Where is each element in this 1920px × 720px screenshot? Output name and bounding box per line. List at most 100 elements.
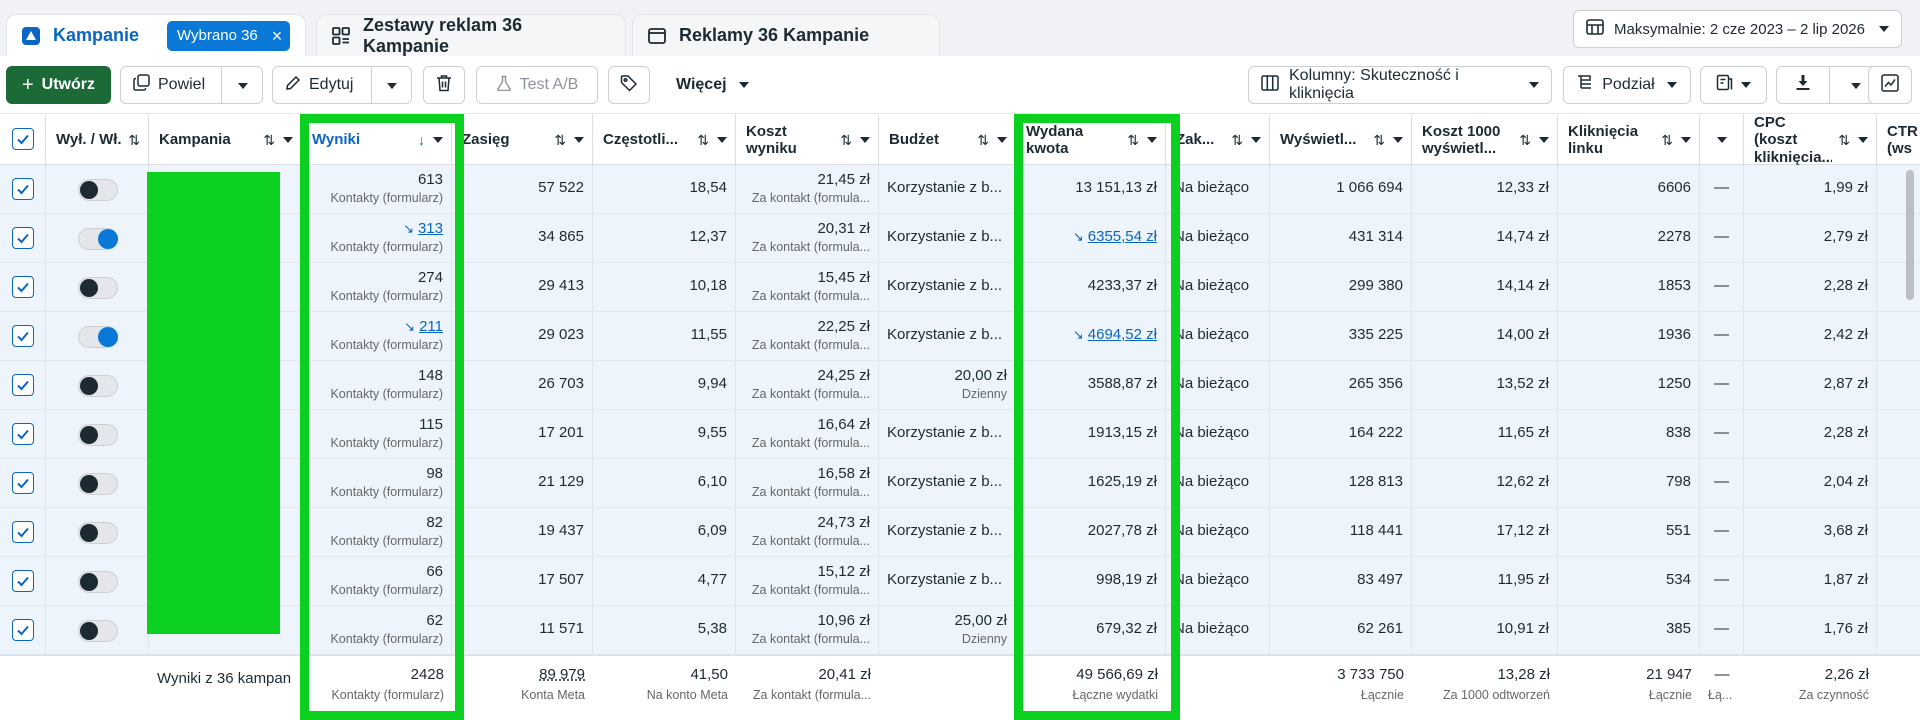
sort-icon[interactable]: ⇅: [128, 132, 140, 148]
sort-icon[interactable]: ⇅: [554, 132, 566, 148]
selected-count-badge[interactable]: Wybrano 36 ×: [167, 20, 291, 51]
row-checkbox[interactable]: [12, 325, 34, 347]
col-cost-per-result[interactable]: Koszt wyniku ⇅: [736, 115, 879, 165]
more-menu[interactable]: Więcej: [676, 66, 749, 104]
col-campaign[interactable]: Kampania ⇅: [149, 115, 302, 165]
col-link-clicks[interactable]: Kliknięcia linku ⇅: [1558, 115, 1700, 165]
col-impressions[interactable]: Wyświetl... ⇅: [1270, 115, 1412, 165]
charts-button[interactable]: [1868, 66, 1912, 104]
spent-link[interactable]: 6355,54 zł: [1088, 228, 1157, 245]
sort-icon[interactable]: ⇅: [1519, 132, 1531, 148]
frequency-value: 5,38: [697, 620, 727, 637]
col-toggle[interactable]: Wył. / Wł. ⇅: [46, 115, 149, 165]
chevron-down-icon[interactable]: [1716, 137, 1727, 143]
link-clicks-cell: 1853: [1558, 263, 1700, 312]
campaign-toggle[interactable]: [78, 473, 118, 495]
campaign-toggle[interactable]: [78, 375, 118, 397]
export-dropdown-icon[interactable]: [1851, 83, 1861, 89]
clear-selection-icon[interactable]: ×: [272, 27, 283, 45]
sort-icon[interactable]: ⇅: [1231, 132, 1243, 148]
col-results[interactable]: Wyniki ↓: [302, 115, 452, 165]
select-all-checkbox[interactable]: [12, 128, 34, 150]
campaign-toggle[interactable]: [78, 571, 118, 593]
chevron-down-icon[interactable]: [717, 137, 727, 143]
cpc-cell: 2,28 zł: [1744, 410, 1877, 459]
chevron-down-icon[interactable]: [1251, 137, 1261, 143]
spent-value[interactable]: ↘ 6355,54 zł: [1024, 228, 1157, 245]
breakdown-button[interactable]: Podział: [1563, 66, 1691, 104]
sort-desc-icon[interactable]: ↓: [418, 132, 425, 148]
row-checkbox[interactable]: [12, 619, 34, 641]
spent-link[interactable]: 4694,52 zł: [1088, 326, 1157, 343]
sort-icon[interactable]: ⇅: [1373, 132, 1385, 148]
hidden-cell: —: [1700, 263, 1744, 312]
cost-per-result-cell: 21,45 zł Za kontakt (formula...: [736, 165, 879, 214]
duplicate-button[interactable]: Powiel: [120, 66, 263, 104]
duplicate-dropdown-icon[interactable]: [238, 83, 248, 89]
chevron-down-icon[interactable]: [997, 137, 1007, 143]
vertical-scrollbar[interactable]: [1906, 170, 1914, 300]
chevron-down-icon[interactable]: [574, 137, 584, 143]
row-checkbox[interactable]: [12, 570, 34, 592]
chevron-down-icon[interactable]: [1858, 137, 1868, 143]
edit-button[interactable]: Edytuj: [272, 66, 412, 104]
campaign-toggle[interactable]: [78, 179, 118, 201]
reports-button[interactable]: [1700, 66, 1767, 104]
row-checkbox[interactable]: [12, 227, 34, 249]
campaign-toggle[interactable]: [78, 277, 118, 299]
chevron-down-icon[interactable]: [283, 137, 293, 143]
delete-button[interactable]: [423, 66, 465, 104]
chevron-down-icon[interactable]: [433, 137, 443, 143]
results-value[interactable]: ↘ 313: [310, 220, 443, 237]
col-hidden[interactable]: [1700, 115, 1744, 165]
campaign-toggle[interactable]: [78, 522, 118, 544]
columns-button[interactable]: Kolumny: Skuteczność i kliknięcia: [1248, 66, 1552, 104]
campaign-toggle[interactable]: [78, 326, 118, 348]
link-clicks-cell: 838: [1558, 410, 1700, 459]
col-ctr[interactable]: CTR (ws: [1877, 115, 1920, 165]
results-link[interactable]: 313: [418, 220, 443, 237]
row-checkbox[interactable]: [12, 423, 34, 445]
campaign-toggle[interactable]: [78, 228, 118, 250]
sort-icon[interactable]: ⇅: [977, 132, 989, 148]
row-checkbox[interactable]: [12, 374, 34, 396]
tag-button[interactable]: [608, 66, 650, 104]
reach-value: 17 507: [538, 571, 584, 588]
sort-icon[interactable]: ⇅: [1661, 132, 1673, 148]
col-ends[interactable]: Zak... ⇅: [1166, 115, 1270, 165]
results-link[interactable]: 211: [419, 318, 443, 335]
chevron-down-icon: [1666, 82, 1677, 88]
spent-value[interactable]: ↘ 4694,52 zł: [1024, 326, 1157, 343]
campaign-toggle[interactable]: [78, 620, 118, 642]
chevron-down-icon[interactable]: [1393, 137, 1403, 143]
sort-icon[interactable]: ⇅: [697, 132, 709, 148]
edit-dropdown-icon[interactable]: [387, 83, 397, 89]
sort-icon[interactable]: ⇅: [263, 132, 275, 148]
tab-ads[interactable]: Reklamy 36 Kampanie: [632, 14, 940, 56]
col-budget[interactable]: Budżet ⇅: [879, 115, 1016, 165]
tab-adsets[interactable]: Zestawy reklam 36 Kampanie: [316, 14, 626, 56]
col-cpm[interactable]: Koszt 1000 wyświetl... ⇅: [1412, 115, 1558, 165]
chevron-down-icon[interactable]: [860, 137, 870, 143]
create-button[interactable]: + Utwórz: [6, 66, 111, 104]
sort-icon[interactable]: ⇅: [1838, 132, 1850, 148]
row-checkbox[interactable]: [12, 276, 34, 298]
chevron-down-icon[interactable]: [1147, 137, 1157, 143]
row-checkbox[interactable]: [12, 472, 34, 494]
chevron-down-icon[interactable]: [1539, 137, 1549, 143]
results-value[interactable]: ↘ 211: [310, 318, 443, 335]
tab-campaigns[interactable]: Kampanie Wybrano 36 ×: [6, 14, 306, 56]
col-frequency[interactable]: Częstotli... ⇅: [593, 115, 736, 165]
row-checkbox[interactable]: [12, 521, 34, 543]
sort-icon[interactable]: ⇅: [1127, 132, 1139, 148]
campaign-toggle[interactable]: [78, 424, 118, 446]
row-checkbox[interactable]: [12, 178, 34, 200]
sort-icon[interactable]: ⇅: [840, 132, 852, 148]
col-cpc[interactable]: CPC (koszt kliknięcia... ⇅: [1744, 114, 1877, 166]
date-range-picker[interactable]: Maksymalnie: 2 cze 2023 – 2 lip 2026: [1573, 10, 1902, 48]
col-spent[interactable]: Wydana kwota ⇅: [1016, 115, 1166, 165]
col-reach[interactable]: Zasięg ⇅: [452, 115, 593, 165]
chevron-down-icon[interactable]: [1681, 137, 1691, 143]
ab-test-button[interactable]: Test A/B: [476, 66, 598, 104]
export-button[interactable]: [1776, 66, 1876, 104]
